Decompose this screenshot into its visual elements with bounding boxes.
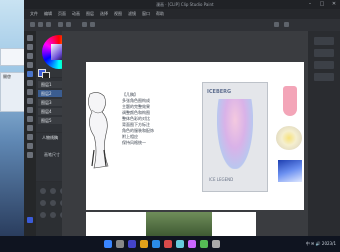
move-tool-icon[interactable] [27,44,33,50]
undo-icon[interactable] [58,22,63,27]
clip-studio-icon[interactable] [188,240,196,248]
close-button[interactable]: ✕ [331,1,337,7]
settings-icon[interactable] [284,22,289,27]
poster-character-figure [217,99,253,169]
menu-help[interactable]: 帮助 [156,11,164,17]
redo-icon[interactable] [66,22,71,27]
menu-layer[interactable]: 图层 [86,11,94,17]
window-title: 漫画 · [CLIP] Clip Studio Paint [156,2,214,7]
title-bar: 漫画 · [CLIP] Clip Studio Paint – □ ✕ [24,0,340,9]
tool-property-title: 人物线稿 [42,135,58,140]
main-color-swatch[interactable] [27,217,33,223]
canvas-page[interactable] [86,62,304,210]
notes-line: 保持风格统一 [122,140,146,145]
landscape-reference-image [146,212,212,236]
tool-property-subtitle: 画笔尺寸 [44,152,60,157]
pen-tool-icon[interactable] [27,71,33,77]
desktop-background [0,0,26,236]
history-button[interactable] [314,73,334,81]
character-sketch-left [88,92,109,169]
app-icon[interactable] [212,240,220,248]
desktop-window-thumb-2[interactable]: 開啓 [0,72,26,112]
zoom-tool-icon[interactable] [27,35,33,41]
pencil-tool-icon[interactable] [27,80,33,86]
minimize-button[interactable]: – [307,1,313,7]
planning-notes: 【几稿】 多张角色图构成 主题的完整效果 调整颜色和构图 整体色彩的对比 背面图… [122,92,192,146]
poster-footer: ICE LEGEND [209,177,234,182]
brush-tool-icon[interactable] [27,89,33,95]
subtool-button[interactable] [50,188,56,194]
navigator-button[interactable] [314,37,334,45]
blue-reference-image [278,160,302,182]
eraser-tool-icon[interactable] [27,107,33,113]
menu-select[interactable]: 选择 [100,11,108,17]
property-button[interactable] [314,61,334,69]
clear-icon[interactable] [82,22,87,27]
flower-reference-image [276,126,302,150]
subtool-button[interactable] [40,212,46,218]
gradient-tool-icon[interactable] [27,125,33,131]
ruler-tool-icon[interactable] [27,152,33,158]
eyedropper-tool-icon[interactable] [27,62,33,68]
taskview-icon[interactable] [128,240,136,248]
open-file-icon[interactable] [38,22,43,27]
reference-poster: ICEBERG ICE LEGEND [202,82,268,192]
search-icon[interactable] [116,240,124,248]
menu-file[interactable]: 文件 [30,11,38,17]
app-icon[interactable] [164,240,172,248]
subtool-button[interactable] [40,188,46,194]
subtool-button[interactable] [40,200,46,206]
text-tool-icon[interactable] [27,143,33,149]
layer-name: 图层4 [41,109,52,114]
layer-name: 图层1 [41,82,52,87]
taskbar: 中 ✉ 🔊 2023/1 [0,236,340,252]
edge-icon[interactable] [152,240,160,248]
menu-bar: 文件 编辑 页面 动画 图层 选择 视图 滤镜 窗口 帮助 [24,9,340,19]
shape-tool-icon[interactable] [27,134,33,140]
tool-strip [24,31,36,236]
desktop-window-label [1,49,25,51]
desktop-window-label-2: 開啓 [3,74,11,79]
desktop-window-thumb[interactable] [0,48,26,66]
transform-icon[interactable] [90,22,95,27]
layer-name: 图层2 [41,91,52,96]
airbrush-tool-icon[interactable] [27,98,33,104]
swimsuit-reference-image [283,86,297,116]
subtool-button[interactable] [50,200,56,206]
menu-window[interactable]: 窗口 [142,11,150,17]
maximize-button[interactable]: □ [319,1,325,7]
app-icon[interactable] [200,240,208,248]
menu-view[interactable]: 视图 [114,11,122,17]
start-icon[interactable] [104,240,112,248]
new-file-icon[interactable] [30,22,35,27]
layer-name: 图层5 [41,118,52,123]
explorer-icon[interactable] [140,240,148,248]
menu-page[interactable]: 页面 [58,11,66,17]
select-tool-icon[interactable] [27,53,33,59]
fill-tool-icon[interactable] [27,116,33,122]
layer-name: 图层3 [41,100,52,105]
menu-animation[interactable]: 动画 [72,11,80,17]
subtool-button[interactable] [50,212,56,218]
menu-filter[interactable]: 滤镜 [128,11,136,17]
material-button[interactable] [314,49,334,57]
cloud-icon[interactable] [274,22,279,27]
menu-edit[interactable]: 编辑 [44,11,52,17]
save-icon[interactable] [46,22,51,27]
system-tray[interactable]: 中 ✉ 🔊 2023/1 [306,241,336,247]
app-icon[interactable] [176,240,184,248]
right-panel [308,31,340,236]
poster-title: ICEBERG [207,89,232,95]
